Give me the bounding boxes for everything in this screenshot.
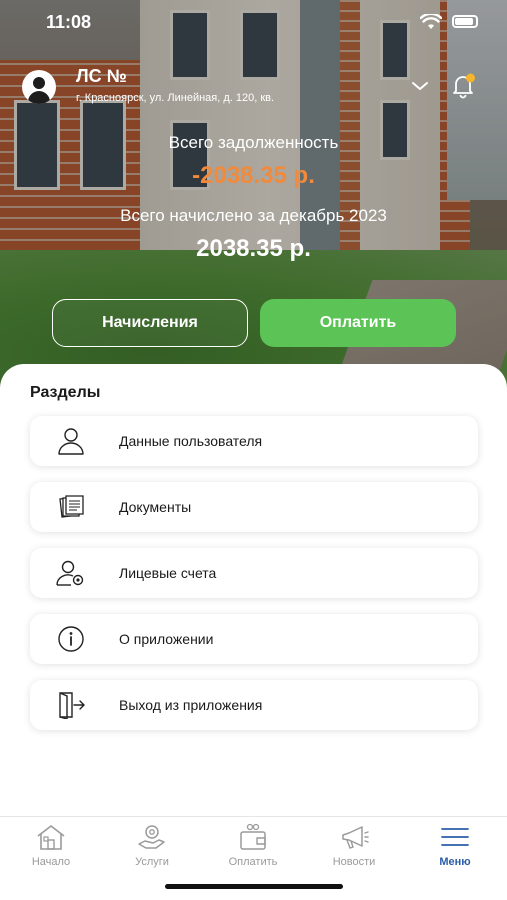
battery-icon: [452, 15, 478, 28]
tab-menu[interactable]: Меню: [410, 823, 500, 873]
section-item-label: Выход из приложения: [119, 697, 263, 713]
account-title[interactable]: ЛС №: [76, 66, 127, 87]
avatar[interactable]: [22, 70, 56, 104]
section-item-accounts[interactable]: Лицевые счета: [30, 548, 478, 598]
debt-value: -2038.35 р.: [192, 162, 315, 189]
section-item-label: Лицевые счета: [119, 565, 217, 581]
services-icon: [138, 825, 165, 849]
section-item-logout[interactable]: Выход из приложения: [30, 680, 478, 730]
account-address: г. Красноярск, ул. Линейная, д. 120, кв.: [76, 92, 275, 104]
charged-value: 2038.35 р.: [196, 235, 311, 262]
sections-panel: Разделы Данные пользователя Документы Ли…: [0, 364, 507, 824]
chevron-down-icon[interactable]: [410, 76, 430, 96]
home-icon: [37, 825, 65, 850]
section-item-about[interactable]: О приложении: [30, 614, 478, 664]
charged-label: Всего начислено за декабрь 2023: [120, 206, 387, 225]
section-item-label: О приложении: [119, 631, 214, 647]
tab-label: Меню: [439, 856, 471, 868]
tab-label: Услуги: [135, 856, 169, 868]
logout-icon: [59, 692, 85, 719]
info-icon: [58, 626, 84, 652]
charges-button[interactable]: Начисления: [52, 299, 248, 347]
tab-label: Оплатить: [228, 856, 278, 868]
sections-title: Разделы: [30, 384, 101, 401]
documents-icon: [59, 495, 84, 518]
user-settings-icon: [56, 560, 84, 586]
section-item-user-data[interactable]: Данные пользователя: [30, 416, 478, 466]
tab-pay[interactable]: Оплатить: [208, 823, 298, 873]
section-item-documents[interactable]: Документы: [30, 482, 478, 532]
pay-button[interactable]: Оплатить: [260, 299, 456, 347]
tab-services[interactable]: Услуги: [107, 823, 197, 873]
menu-icon: [441, 828, 469, 846]
tab-label: Новости: [332, 856, 376, 868]
tab-news[interactable]: Новости: [309, 823, 399, 873]
bell-icon[interactable]: [450, 72, 476, 100]
megaphone-icon: [342, 826, 369, 849]
tab-label: Начало: [31, 856, 71, 868]
status-time: 11:08: [46, 12, 92, 32]
section-item-label: Документы: [119, 499, 192, 515]
wifi-icon: [420, 14, 442, 29]
debt-label: Всего задолженность: [168, 133, 339, 152]
wallet-icon: [240, 823, 266, 850]
notification-dot: [466, 73, 475, 83]
home-indicator[interactable]: [165, 884, 343, 889]
user-icon: [58, 428, 84, 455]
tab-home[interactable]: Начало: [6, 823, 96, 873]
section-item-label: Данные пользователя: [119, 433, 263, 449]
status-bar: 11:08: [0, 0, 507, 44]
